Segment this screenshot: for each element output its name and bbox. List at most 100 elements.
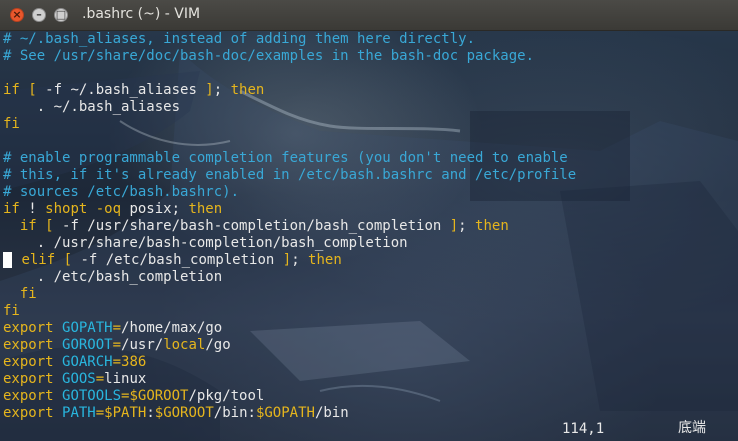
code-token: . /etc/bash_completion	[3, 269, 223, 285]
code-token: export	[3, 320, 63, 336]
code-line: # enable programmable completion feature…	[3, 150, 568, 167]
scroll-indicator: 底端	[678, 420, 706, 436]
code-token: :	[146, 405, 155, 421]
code-token: ]	[196, 82, 214, 98]
code-line: if [ -f /usr/share/bash-completion/bash_…	[3, 218, 509, 235]
code-token: /bin	[314, 405, 349, 421]
text-cursor	[3, 252, 12, 268]
code-token: /bin:	[213, 405, 256, 421]
code-token: export	[3, 337, 63, 353]
code-token: # this, if it's already enabled in /etc/…	[3, 167, 577, 183]
window-title: .bashrc (~) - VIM	[82, 6, 201, 22]
code-token: export	[3, 388, 63, 404]
code-token: GOROOT	[62, 337, 113, 353]
code-token: # See /usr/share/doc/bash-doc/examples i…	[3, 48, 535, 64]
minimize-icon: –	[36, 8, 42, 21]
code-token: $GOROOT	[154, 405, 214, 421]
code-token: [	[36, 218, 63, 234]
code-token: =	[112, 320, 122, 336]
code-token: GOARCH	[62, 354, 113, 370]
code-line: export GOROOT=/usr/local/go	[3, 337, 231, 354]
code-token: shopt -oq	[45, 201, 122, 217]
code-token: # ~/.bash_aliases, instead of adding the…	[3, 31, 476, 47]
code-token: if	[3, 201, 20, 217]
code-token: $PATH	[104, 405, 147, 421]
code-token: -f ~/.bash_aliases	[45, 82, 197, 98]
code-token: ;	[213, 82, 231, 98]
code-token: $GOPATH	[255, 405, 315, 421]
code-token: local	[163, 337, 206, 353]
code-token: PATH	[62, 405, 96, 421]
code-token: . ~/.bash_aliases	[3, 99, 181, 115]
code-token: -f /usr/share/bash-completion/bash_compl…	[62, 218, 442, 234]
code-token: if	[19, 218, 37, 234]
code-line: fi	[3, 286, 37, 303]
code-line: export GOTOOLS=$GOROOT/pkg/tool	[3, 388, 264, 405]
code-token: /home/max/go	[121, 320, 223, 336]
code-token: [	[55, 252, 81, 268]
code-token: fi	[3, 303, 20, 319]
code-token: 386	[121, 354, 147, 370]
code-token: ]	[274, 252, 292, 268]
code-token: export	[3, 405, 63, 421]
code-token: export	[3, 371, 63, 387]
code-line: fi	[3, 116, 20, 133]
code-token: =	[95, 371, 105, 387]
code-token: ;	[458, 218, 476, 234]
code-token: =	[112, 337, 122, 353]
code-line: export GOPATH=/home/max/go	[3, 320, 222, 337]
code-line: export GOOS=linux	[3, 371, 146, 388]
code-token: fi	[3, 286, 37, 302]
code-line: # ~/.bash_aliases, instead of adding the…	[3, 31, 475, 48]
code-token: then	[475, 218, 509, 234]
vim-window: × – □ .bashrc (~) - VIM # ~/.bash_aliase…	[0, 0, 738, 441]
code-token: elif	[21, 252, 56, 268]
editor-area[interactable]: # ~/.bash_aliases, instead of adding the…	[0, 31, 738, 441]
close-button[interactable]: ×	[10, 8, 24, 22]
close-icon: ×	[12, 8, 22, 21]
code-token: posix	[121, 201, 172, 217]
title-bar[interactable]: × – □ .bashrc (~) - VIM	[0, 0, 738, 31]
code-token: ;	[291, 252, 309, 268]
code-token: GOTOOLS	[62, 388, 122, 404]
code-line: export PATH=$PATH:$GOROOT/bin:$GOPATH/bi…	[3, 405, 349, 422]
code-token: =	[95, 405, 105, 421]
code-token: linux	[104, 371, 147, 387]
code-token: /go	[205, 337, 231, 353]
code-line: . ~/.bash_aliases	[3, 99, 180, 116]
code-line: . /usr/share/bash-completion/bash_comple…	[3, 235, 408, 252]
code-line: elif [ -f /etc/bash_completion ]; then	[3, 252, 342, 269]
code-token: =	[112, 354, 122, 370]
code-token: [	[19, 82, 46, 98]
code-token: export	[3, 354, 63, 370]
code-token: . /usr/share/bash-completion/bash_comple…	[3, 235, 408, 251]
code-token: # enable programmable completion feature…	[3, 150, 568, 166]
code-line: # this, if it's already enabled in /etc/…	[3, 167, 576, 184]
code-token: GOPATH	[62, 320, 113, 336]
maximize-button[interactable]: □	[54, 8, 68, 22]
code-token: fi	[3, 116, 20, 132]
code-line: # See /usr/share/doc/bash-doc/examples i…	[3, 48, 534, 65]
code-line: if ! shopt -oq posix; then	[3, 201, 222, 218]
code-line: if [ -f ~/.bash_aliases ]; then	[3, 82, 264, 99]
code-line: fi	[3, 303, 20, 320]
maximize-icon: □	[55, 8, 67, 21]
code-token: then	[188, 201, 223, 217]
code-token: # sources /etc/bash.bashrc).	[3, 184, 240, 200]
code-token: !	[19, 201, 46, 217]
code-token: ;	[171, 201, 189, 217]
code-token: /usr/	[121, 337, 164, 353]
minimize-button[interactable]: –	[32, 8, 46, 22]
code-token: /pkg/tool	[188, 388, 265, 404]
cursor-position: 114,1	[562, 421, 605, 437]
code-token: then	[308, 252, 342, 268]
code-line: # sources /etc/bash.bashrc).	[3, 184, 239, 201]
code-token: GOOS	[62, 371, 96, 387]
code-token: -f /etc/bash_completion	[80, 252, 275, 268]
code-token: ]	[441, 218, 459, 234]
code-token: $GOROOT	[129, 388, 189, 404]
code-token: then	[230, 82, 265, 98]
code-line: . /etc/bash_completion	[3, 269, 222, 286]
code-line: export GOARCH=386	[3, 354, 146, 371]
